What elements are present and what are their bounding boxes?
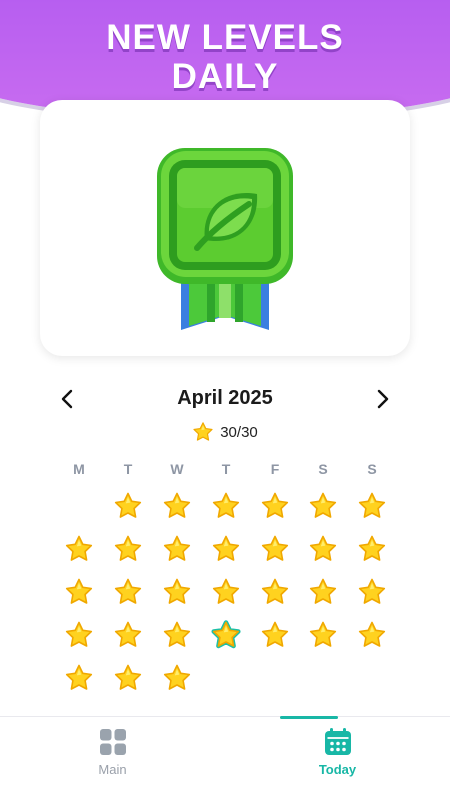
daily-challenge-screen: NEW LEVELS DAILY April 2025 30/30 M T W … (0, 0, 450, 800)
calendar-day[interactable] (64, 577, 94, 607)
calendar-day[interactable] (260, 620, 290, 650)
month-title: April 2025 (177, 387, 273, 409)
star-icon (212, 492, 240, 518)
calendar-day[interactable] (308, 577, 338, 607)
calendar-day[interactable] (357, 534, 387, 564)
calendar-day[interactable] (162, 534, 192, 564)
star-icon (114, 621, 142, 647)
star-icon (114, 492, 142, 518)
star-icon (309, 492, 337, 518)
calendar-day[interactable] (308, 620, 338, 650)
star-icon (163, 664, 191, 690)
calendar-day[interactable] (162, 663, 192, 693)
tab-today[interactable]: Today (225, 716, 450, 800)
weekday-label: M (73, 461, 85, 477)
score-text: 30/30 (220, 423, 258, 441)
banner-title-line1: NEW LEVELS (106, 18, 344, 57)
calendar-day[interactable] (162, 620, 192, 650)
calendar-day[interactable] (113, 620, 143, 650)
weekday-label: S (367, 461, 377, 477)
calendar-day[interactable] (162, 577, 192, 607)
star-icon (358, 535, 386, 561)
calendar-day[interactable] (260, 491, 290, 521)
star-icon (114, 664, 142, 690)
calendar-day[interactable] (64, 620, 94, 650)
star-icon (65, 535, 93, 561)
weekday-label: F (270, 461, 280, 477)
star-icon (309, 578, 337, 604)
calendar-day[interactable] (113, 663, 143, 693)
banner-title: NEW LEVELS DAILY (0, 18, 450, 96)
star-icon (65, 664, 93, 690)
star-icon (358, 621, 386, 647)
calendar-day[interactable] (64, 663, 94, 693)
star-icon (261, 621, 289, 647)
star-icon (212, 578, 240, 604)
calendar-day[interactable] (308, 491, 338, 521)
chevron-right-icon[interactable] (371, 386, 395, 412)
calendar-day[interactable] (211, 491, 241, 521)
calendar-icon (325, 728, 351, 755)
calendar-day[interactable] (260, 534, 290, 564)
calendar-day[interactable] (113, 491, 143, 521)
calendar-day[interactable] (308, 534, 338, 564)
star-icon (309, 535, 337, 561)
tab-today-label: Today (318, 762, 357, 777)
trophy-card (40, 100, 410, 356)
star-icon (114, 535, 142, 561)
star-icon (212, 535, 240, 561)
star-icon (211, 620, 241, 649)
tab-active-indicator (280, 716, 338, 719)
star-icon (114, 578, 142, 604)
weekday-label: S (318, 461, 328, 477)
star-icon (261, 492, 289, 518)
calendar-day[interactable] (113, 534, 143, 564)
star-icon (261, 535, 289, 561)
calendar-day[interactable] (260, 577, 290, 607)
star-icon (358, 578, 386, 604)
calendar-day[interactable] (211, 577, 241, 607)
weekday-label: T (221, 461, 231, 477)
star-icon (261, 578, 289, 604)
calendar-day-today[interactable] (211, 620, 241, 650)
star-icon (193, 422, 213, 441)
calendar-day[interactable] (162, 491, 192, 521)
calendar-day[interactable] (113, 577, 143, 607)
star-icon (163, 621, 191, 647)
star-score: 30/30 (0, 421, 450, 443)
calendar-day[interactable] (357, 491, 387, 521)
calendar-day[interactable] (211, 534, 241, 564)
calendar-day[interactable] (64, 534, 94, 564)
star-icon (65, 621, 93, 647)
leaf-badge-icon (157, 148, 293, 330)
banner-title-line2: DAILY (171, 57, 279, 96)
tab-main[interactable]: Main (0, 717, 225, 800)
star-icon (163, 578, 191, 604)
star-icon (163, 492, 191, 518)
star-icon (309, 621, 337, 647)
star-icon (163, 535, 191, 561)
star-icon (358, 492, 386, 518)
weekday-label: W (170, 461, 184, 477)
calendar-day[interactable] (357, 620, 387, 650)
tab-main-label: Main (98, 762, 127, 777)
weekday-label: T (123, 461, 133, 477)
bottom-nav: Main Today (0, 716, 450, 800)
chevron-left-icon[interactable] (55, 386, 79, 412)
star-icon (65, 578, 93, 604)
calendar-day[interactable] (357, 577, 387, 607)
grid-icon (100, 729, 126, 755)
